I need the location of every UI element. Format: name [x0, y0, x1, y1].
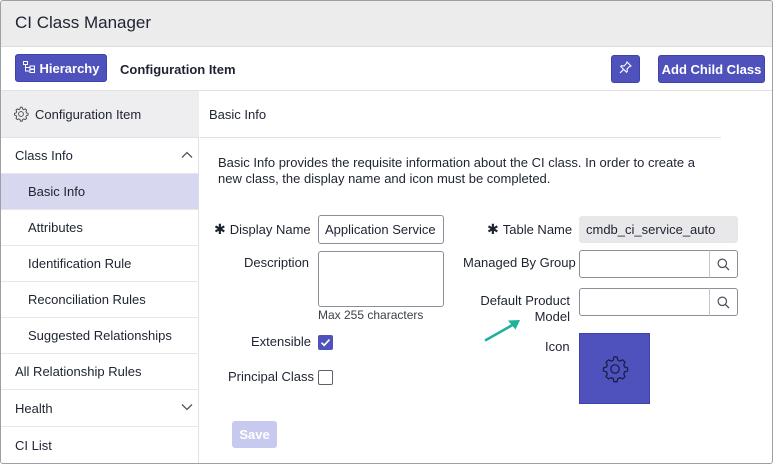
section-description: Basic Info provides the requisite inform…: [218, 155, 695, 186]
section-title: Basic Info: [200, 91, 721, 138]
managed-by-group-label: Managed By Group: [463, 255, 576, 270]
default-product-model-search-button[interactable]: [709, 288, 738, 316]
managed-by-group-search-button[interactable]: [709, 250, 738, 278]
annotation-arrow-icon: [484, 320, 520, 342]
sidebar-item-ci-list[interactable]: CI List: [1, 427, 199, 463]
gear-icon: [14, 106, 29, 122]
principal-class-checkbox[interactable]: [318, 370, 333, 385]
hierarchy-button[interactable]: Hierarchy: [15, 54, 107, 82]
toolbar: Hierarchy Configuration Item Add Child C…: [1, 47, 772, 91]
sidebar-item-label: Class Info: [15, 148, 73, 163]
sidebar-item-label: Reconciliation Rules: [28, 292, 146, 307]
sidebar-item-identification-rule[interactable]: Identification Rule: [1, 246, 199, 282]
description-textarea[interactable]: [318, 251, 444, 307]
pin-button[interactable]: [611, 55, 640, 83]
sidebar-item-all-relationship-rules[interactable]: All Relationship Rules: [1, 354, 199, 390]
required-icon: ✱: [487, 221, 499, 237]
chevron-down-icon: [181, 404, 193, 411]
sidebar-header[interactable]: Configuration Item: [1, 91, 199, 138]
chevron-up-icon: [181, 151, 193, 158]
sidebar: Configuration Item Class Info Basic Info…: [1, 91, 199, 463]
ci-class-manager-window: CI Class Manager Hierarchy Configuration…: [0, 0, 773, 464]
breadcrumb: Configuration Item: [120, 62, 236, 77]
sidebar-header-label: Configuration Item: [35, 106, 142, 122]
check-icon: [320, 339, 331, 347]
managed-by-group-field[interactable]: [579, 250, 710, 278]
principal-class-label: Principal Class: [228, 369, 314, 384]
hierarchy-label: Hierarchy: [39, 60, 100, 76]
search-icon: [717, 296, 730, 308]
pin-icon: [619, 60, 633, 77]
extensible-checkbox[interactable]: [318, 335, 333, 350]
sidebar-item-label: CI List: [15, 437, 52, 453]
sidebar-item-health[interactable]: Health: [1, 390, 199, 427]
hierarchy-icon: [22, 60, 35, 76]
table-name-label-wrap: ✱ Table Name: [487, 221, 572, 238]
sidebar-item-label: Basic Info: [28, 184, 86, 199]
description-hint: Max 255 characters: [318, 308, 424, 322]
sidebar-item-reconciliation-rules[interactable]: Reconciliation Rules: [1, 282, 199, 318]
sidebar-item-label: Suggested Relationships: [28, 328, 172, 343]
display-name-label: Display Name: [229, 222, 311, 237]
default-product-model-field[interactable]: [579, 288, 710, 316]
title-bar: CI Class Manager: [1, 1, 772, 47]
class-icon-picker[interactable]: [579, 333, 650, 404]
display-name-label-wrap: ✱ Display Name: [214, 221, 311, 238]
required-icon: ✱: [214, 221, 226, 237]
description-label: Description: [244, 255, 310, 270]
save-button[interactable]: Save: [232, 421, 277, 448]
display-name-field[interactable]: Application Service: [318, 215, 444, 244]
sidebar-item-label: Identification Rule: [28, 256, 132, 271]
sidebar-item-attributes[interactable]: Attributes: [1, 210, 199, 246]
sidebar-item-label: All Relationship Rules: [15, 364, 142, 379]
sidebar-item-basic-info[interactable]: Basic Info: [1, 174, 199, 210]
sidebar-item-label: Attributes: [28, 220, 83, 235]
search-icon: [717, 258, 730, 270]
sidebar-item-suggested-relationships[interactable]: Suggested Relationships: [1, 318, 199, 354]
add-child-class-button[interactable]: Add Child Class: [658, 55, 765, 83]
table-name-field: cmdb_ci_service_auto: [579, 216, 738, 243]
icon-label: Icon: [545, 339, 570, 354]
sidebar-item-class-info[interactable]: Class Info: [1, 138, 199, 174]
window-title: CI Class Manager: [15, 13, 152, 32]
gear-icon: [602, 355, 628, 382]
main-panel: Basic Info Basic Info provides the requi…: [200, 91, 772, 463]
default-product-label-line1: Default Product: [480, 293, 570, 308]
table-name-label: Table Name: [502, 222, 573, 237]
sidebar-item-label: Health: [15, 400, 53, 416]
extensible-label: Extensible: [251, 334, 311, 349]
